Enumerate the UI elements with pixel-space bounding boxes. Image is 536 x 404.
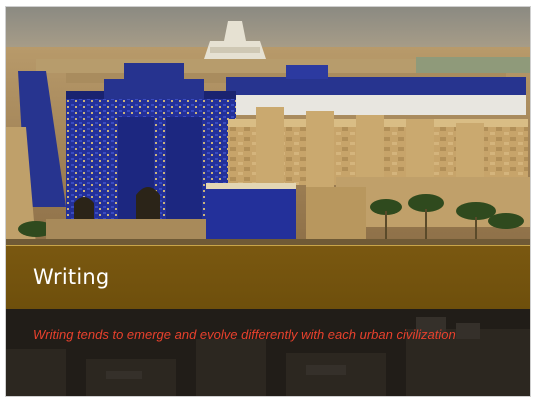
title-band: Writing: [6, 245, 530, 309]
subtitle-area: Writing tends to emerge and evolve diffe…: [6, 309, 530, 396]
babylon-scene-image: [6, 7, 530, 245]
dim-city-background: [6, 309, 530, 396]
slide: Writing Writing tends to emerge and evol…: [6, 7, 530, 396]
slide-subtitle: Writing tends to emerge and evolve diffe…: [33, 327, 456, 342]
slide-title: Writing: [33, 265, 110, 289]
